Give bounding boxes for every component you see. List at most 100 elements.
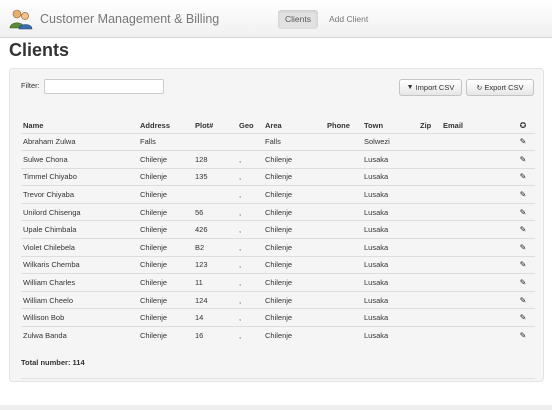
table-row[interactable]: Zulwa Banda Chilenje 16, Chilenje Lusaka ✎: [21, 326, 535, 345]
pencil-icon[interactable]: ✎: [520, 331, 527, 340]
table-cell-geo: ,: [237, 290, 263, 309]
page-bottom-edge: [0, 405, 552, 410]
table-row[interactable]: Unilord Chisenga Chilenje 56, Chilenje Lusak…: [21, 202, 535, 221]
table-cell-geo: ,: [237, 167, 263, 186]
filter-icon: ▼: [406, 84, 414, 91]
column-header[interactable]: Phone: [325, 119, 362, 134]
table-row[interactable]: Wilkaris Chemba Chilenje 123, Chilenje Lusak…: [21, 255, 535, 274]
table-cell-town: Lusaka: [362, 185, 418, 204]
table-cell-plot: B2: [193, 238, 237, 257]
pencil-icon[interactable]: ✎: [520, 243, 527, 252]
table-cell-email: [441, 255, 511, 274]
table-cell-geo: ,: [237, 150, 263, 169]
column-header[interactable]: Plot#: [193, 119, 237, 134]
table-cell-geo: ,: [237, 185, 263, 204]
page-title: Clients: [9, 40, 70, 60]
table-row[interactable]: Violet Chilebela Chilenje B2, Chilenje Lusak…: [21, 238, 535, 257]
column-header[interactable]: Zip: [418, 119, 441, 134]
table-cell-plot: 124: [193, 290, 237, 309]
export-csv-button[interactable]: ↻ Export CSV: [466, 79, 534, 96]
column-header[interactable]: Name: [21, 119, 138, 134]
table-cell-area: Chilenje: [263, 290, 325, 309]
pencil-icon[interactable]: ✎: [520, 137, 527, 146]
edit-cell: ✎: [511, 185, 535, 204]
table-cell-phone: [325, 326, 362, 345]
nav-add-client[interactable]: Add Client: [322, 10, 375, 29]
column-header[interactable]: Town: [362, 119, 418, 134]
table-cell-geo: ,: [237, 238, 263, 257]
pencil-icon[interactable]: ✎: [520, 296, 527, 305]
table-cell-phone: [325, 185, 362, 204]
pencil-icon[interactable]: ✎: [520, 190, 527, 199]
table-row[interactable]: Timmel Chiyabo Chilenje 135, Chilenje Lusaka…: [21, 167, 535, 186]
pencil-icon[interactable]: ✎: [520, 225, 527, 234]
edit-cell: ✎: [511, 167, 535, 186]
filter-input[interactable]: [44, 79, 164, 94]
import-csv-button[interactable]: ▼ Import CSV: [399, 79, 462, 96]
pencil-icon[interactable]: ✎: [520, 260, 527, 269]
table-cell-plot: 135: [193, 167, 237, 186]
nav-clients[interactable]: Clients: [278, 10, 318, 29]
table-cell-geo: ,: [237, 326, 263, 345]
table-cell-geo: ,: [237, 202, 263, 221]
table-row[interactable]: Upale Chimbala Chilenje 426, Chilenje Lusaka…: [21, 220, 535, 239]
column-header[interactable]: Address: [138, 119, 193, 134]
app-title: Customer Management & Billing: [40, 12, 220, 26]
table-cell-address: Chilenje: [138, 220, 193, 239]
table-cell-zip: [418, 238, 441, 257]
table-cell-zip: [418, 185, 441, 204]
divider: [21, 378, 535, 379]
table-cell-plot: [193, 185, 237, 204]
table-cell-name: Zulwa Banda: [21, 326, 138, 345]
table-cell-email: [441, 238, 511, 257]
column-header[interactable]: Geo: [237, 119, 263, 134]
table-cell-phone: [325, 132, 362, 151]
pencil-icon[interactable]: ✎: [520, 208, 527, 217]
table-cell-phone: [325, 220, 362, 239]
top-navbar: Customer Management & Billing Clients Ad…: [0, 0, 552, 38]
pencil-icon[interactable]: ✎: [520, 155, 527, 164]
table-cell-email: [441, 220, 511, 239]
clients-panel: Filter: ▼ Import CSV ↻ Export CSV Name A…: [9, 68, 544, 382]
table-cell-email: [441, 273, 511, 292]
table-cell-zip: [418, 290, 441, 309]
table-row[interactable]: Sulwe Chona Chilenje 128, Chilenje Lusaka ✎: [21, 150, 535, 169]
pencil-icon[interactable]: ✎: [520, 278, 527, 287]
table-cell-town: Lusaka: [362, 202, 418, 221]
table-cell-zip: [418, 255, 441, 274]
table-cell-area: Falls: [263, 132, 325, 151]
gear-icon[interactable]: ✪: [520, 121, 527, 130]
table-cell-address: Chilenje: [138, 290, 193, 309]
table-cell-name: Wilkaris Chemba: [21, 255, 138, 274]
column-header[interactable]: Email: [441, 119, 511, 134]
table-cell-area: Chilenje: [263, 185, 325, 204]
table-row[interactable]: William Cheelo Chilenje 124, Chilenje Lusaka…: [21, 290, 535, 309]
table-cell-town: Lusaka: [362, 290, 418, 309]
settings-column-header[interactable]: ✪: [511, 119, 535, 134]
pencil-icon[interactable]: ✎: [520, 313, 527, 322]
pencil-icon[interactable]: ✎: [520, 172, 527, 181]
table-cell-name: Timmel Chiyabo: [21, 167, 138, 186]
table-cell-phone: [325, 290, 362, 309]
column-header[interactable]: Area: [263, 119, 325, 134]
table-row[interactable]: Trevor Chiyaba Chilenje, Chilenje Lusaka ✎: [21, 185, 535, 204]
table-row[interactable]: Willison Bob Chilenje 14, Chilenje Lusaka ✎: [21, 308, 535, 327]
table-row[interactable]: Abraham Zulwa Falls Falls Solwezi ✎: [21, 132, 535, 151]
table-cell-town: Lusaka: [362, 308, 418, 327]
brand[interactable]: Customer Management & Billing: [8, 6, 219, 32]
table-cell-name: Trevor Chiyaba: [21, 185, 138, 204]
total-count: Total number: 114: [21, 358, 85, 367]
table-cell-phone: [325, 308, 362, 327]
users-icon: [9, 9, 33, 30]
table-cell-zip: [418, 220, 441, 239]
table-row[interactable]: William Charles Chilenje 11, Chilenje Lusaka…: [21, 273, 535, 292]
table-cell-address: Chilenje: [138, 255, 193, 274]
table-cell-address: Chilenje: [138, 273, 193, 292]
table-cell-area: Chilenje: [263, 202, 325, 221]
table-cell-area: Chilenje: [263, 150, 325, 169]
table-cell-plot: 56: [193, 202, 237, 221]
table-cell-name: Violet Chilebela: [21, 238, 138, 257]
table-cell-zip: [418, 150, 441, 169]
table-cell-plot: 16: [193, 326, 237, 345]
edit-cell: ✎: [511, 132, 535, 151]
